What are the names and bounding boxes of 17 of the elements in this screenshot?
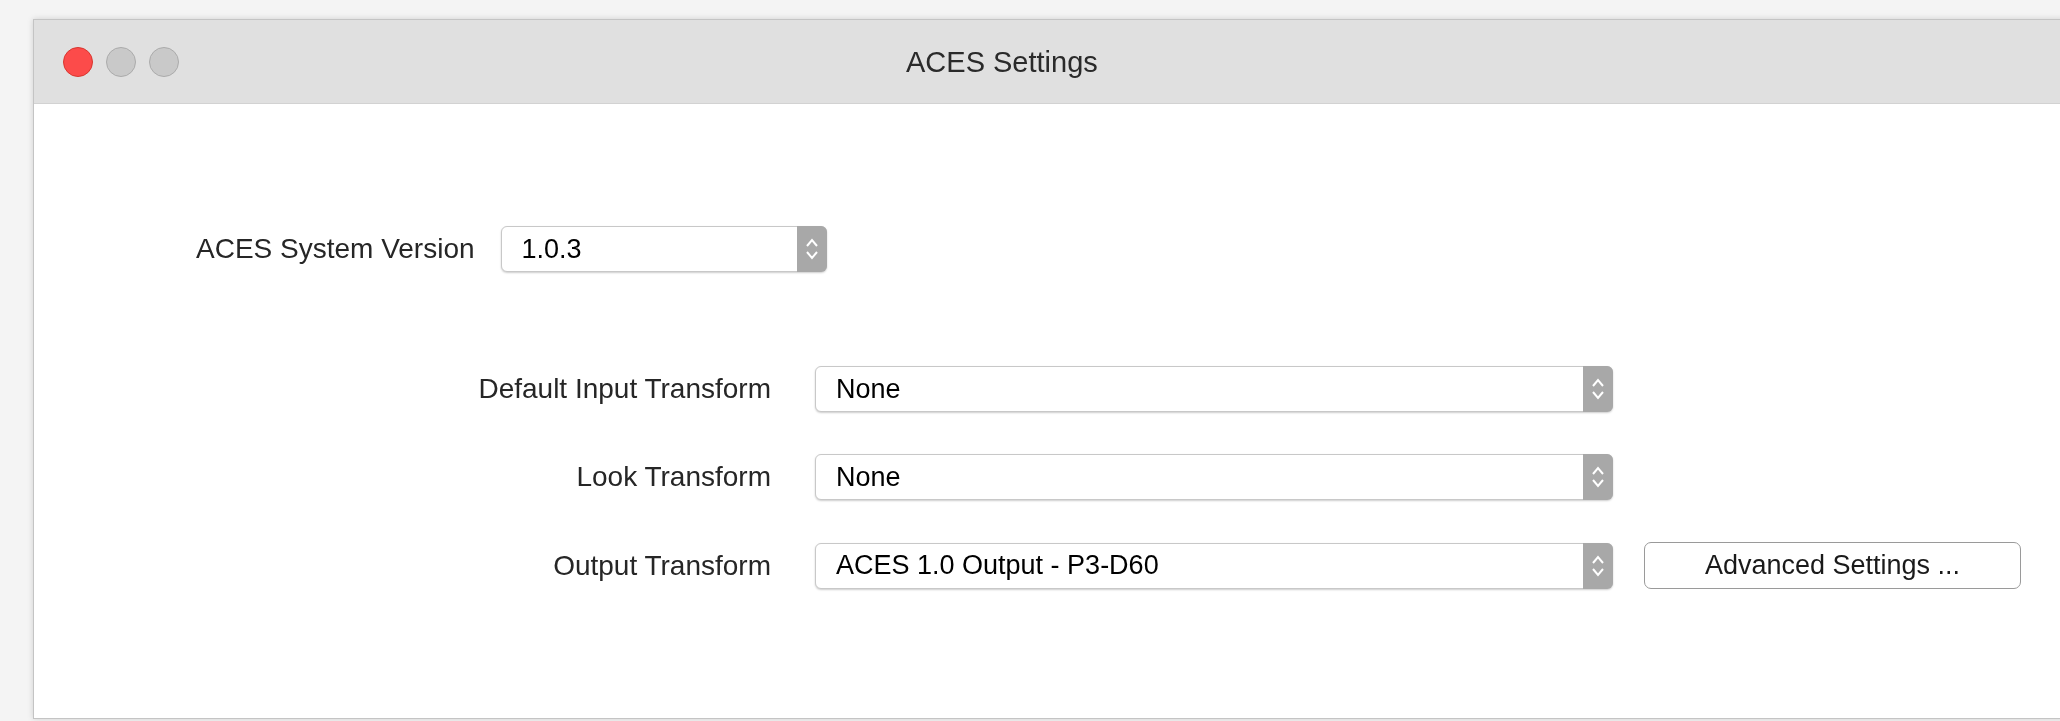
- zoom-button[interactable]: [149, 46, 179, 77]
- field-label: ACES System Version: [196, 232, 475, 266]
- popup-menu[interactable]: ACES 1.0 Output - P3-D60: [815, 542, 1613, 589]
- advanced-settings-button[interactable]: Advanced Settings ...: [1644, 542, 2021, 589]
- stepper-arrows-icon: [1583, 454, 1613, 500]
- popup-menu[interactable]: 1.0.3: [500, 226, 827, 272]
- field-label: Default Input Transform: [477, 372, 771, 406]
- popup-menu[interactable]: None: [815, 454, 1613, 500]
- close-button[interactable]: [63, 46, 93, 77]
- popup-menu[interactable]: None: [815, 366, 1613, 412]
- field-label: Look Transform: [575, 460, 771, 494]
- stepper-arrows-icon: [1583, 366, 1613, 412]
- stepper-arrows-icon: [1583, 542, 1613, 589]
- window-title: ACES Settings: [906, 45, 1098, 80]
- field-label: Output Transform: [552, 548, 771, 583]
- stepper-arrows-icon: [796, 226, 827, 272]
- minimize-button[interactable]: [106, 46, 136, 77]
